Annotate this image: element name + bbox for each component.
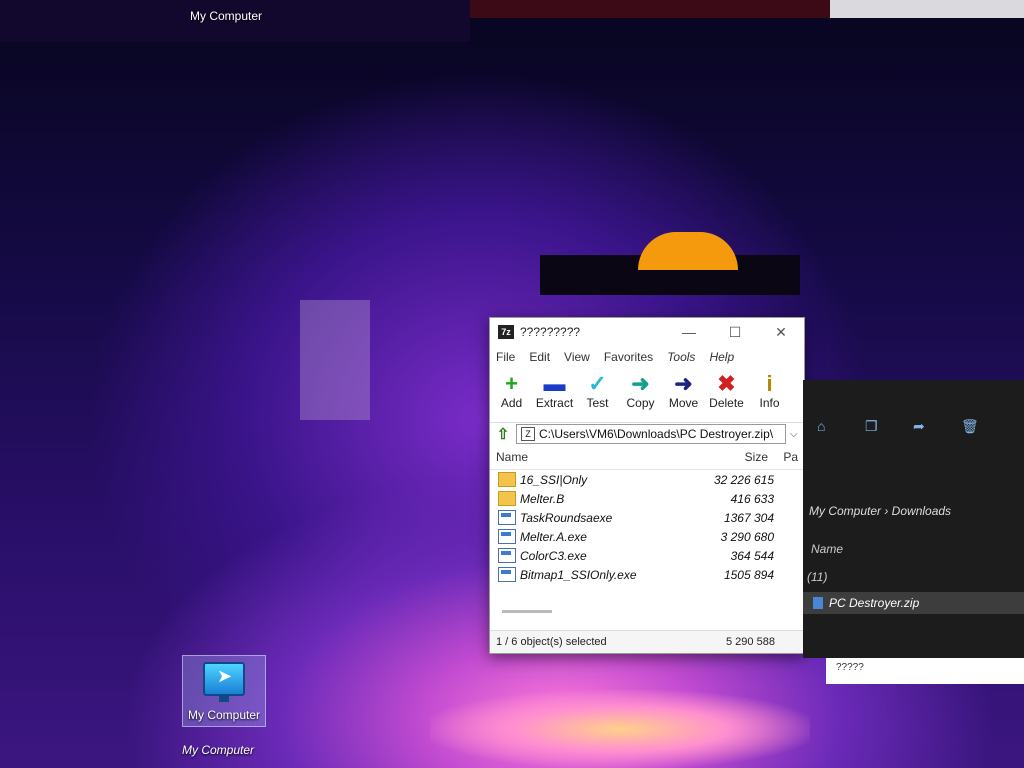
add-icon: + bbox=[505, 371, 518, 396]
exe-file-icon bbox=[498, 567, 516, 582]
menu-bar: File Edit View Favorites Tools Help bbox=[490, 346, 804, 368]
explorer-status: ????? bbox=[826, 658, 1024, 684]
menu-favorites[interactable]: Favorites bbox=[604, 350, 653, 364]
window-title: ????????? bbox=[520, 325, 581, 339]
toolbar-label: Extract bbox=[535, 396, 574, 410]
exe-file-icon bbox=[498, 529, 516, 544]
menu-help[interactable]: Help bbox=[709, 350, 734, 364]
selected-file-row[interactable]: PC Destroyer.zip bbox=[803, 592, 1024, 614]
file-list: 16_SSI|Only 32 226 615 Melter.B 416 633 Task… bbox=[490, 470, 804, 584]
table-row[interactable]: Melter.B 416 633 bbox=[490, 489, 804, 508]
file-size: 1367 304 bbox=[723, 510, 774, 525]
menu-tools[interactable]: Tools bbox=[667, 350, 695, 364]
file-name: Melter.A.exe bbox=[520, 529, 587, 544]
column-packed[interactable]: Pa bbox=[768, 450, 798, 464]
toolbar-label: Copy bbox=[626, 396, 655, 410]
breadcrumb[interactable]: My Computer › Downloads bbox=[809, 504, 951, 518]
toolbar-label: Move bbox=[668, 396, 699, 410]
wallpaper-glitch-strip bbox=[470, 0, 830, 18]
extract-icon: ▬ bbox=[543, 371, 566, 396]
menu-file[interactable]: File bbox=[496, 350, 515, 364]
file-name: TaskRoundsaexe bbox=[520, 510, 613, 525]
file-name: 16_SSI|Only bbox=[520, 472, 588, 487]
test-icon: ✓ bbox=[588, 371, 607, 396]
exe-file-icon bbox=[498, 510, 516, 525]
file-size: 364 544 bbox=[730, 548, 774, 563]
folder-icon bbox=[498, 472, 516, 487]
file-size: 1505 894 bbox=[723, 567, 774, 582]
status-selection: 1 / 6 object(s) selected bbox=[496, 636, 607, 648]
zip-file-icon bbox=[813, 597, 823, 609]
horizontal-scrollbar[interactable] bbox=[502, 610, 552, 613]
toolbar-label: Add bbox=[500, 396, 523, 410]
info-icon: i bbox=[766, 371, 773, 396]
ghost-window bbox=[300, 300, 370, 420]
list-item[interactable]: (11) bbox=[803, 570, 1024, 584]
toolbar-extract-button[interactable]: ▬ Extract bbox=[533, 371, 576, 411]
table-row[interactable]: Bitmap1_SSIOnly.exe 1505 894 bbox=[490, 565, 804, 584]
toolbar-copy-button[interactable]: ➜ Copy bbox=[619, 371, 662, 411]
copy-icon: ➜ bbox=[631, 371, 650, 396]
file-size: 32 226 615 bbox=[713, 472, 774, 487]
copy-icon[interactable]: ❐ bbox=[865, 418, 913, 460]
toolbar-label: Info bbox=[759, 396, 780, 410]
toolbar-test-button[interactable]: ✓ Test bbox=[576, 371, 619, 411]
address-text: C:\Users\VM6\Downloads\PC Destroyer.zip\ bbox=[539, 427, 774, 441]
7zip-app-icon: 7z bbox=[498, 325, 514, 339]
desktop-label-bottom: My Computer bbox=[182, 743, 255, 757]
desktop-label-top: My Computer bbox=[190, 9, 263, 23]
status-size: 5 290 588 bbox=[726, 636, 775, 648]
toolbar-info-button[interactable]: i Info bbox=[748, 371, 791, 411]
chevron-down-icon[interactable]: ⌵ bbox=[790, 429, 804, 440]
desktop-icon-label: My Computer bbox=[187, 708, 261, 722]
wallpaper-glitch-strip bbox=[830, 0, 1024, 18]
selected-file-name: PC Destroyer.zip bbox=[829, 596, 920, 610]
7zip-window: 7z ????????? — ☐ ✕ File Edit View Favori… bbox=[489, 317, 805, 654]
file-name: Bitmap1_SSIOnly.exe bbox=[520, 567, 637, 582]
minimize-button[interactable]: — bbox=[666, 324, 712, 340]
column-size[interactable]: Size bbox=[722, 450, 768, 464]
share-icon[interactable]: ➦ bbox=[913, 418, 961, 460]
wallpaper-glow bbox=[430, 690, 810, 768]
file-name: Melter.B bbox=[520, 491, 565, 506]
toolbar: + Add ▬ Extract ✓ Test ➜ Copy ➜ Move ✖ Delete i Info bbox=[490, 368, 804, 422]
zip-file-icon: Z bbox=[521, 427, 535, 441]
file-size: 416 633 bbox=[730, 491, 774, 506]
table-row[interactable]: Melter.A.exe 3 290 680 bbox=[490, 527, 804, 546]
file-name: ColorC3.exe bbox=[520, 548, 587, 563]
menu-view[interactable]: View bbox=[564, 350, 590, 364]
exe-file-icon bbox=[498, 548, 516, 563]
folder-icon bbox=[498, 491, 516, 506]
toolbar-move-button[interactable]: ➜ Move bbox=[662, 371, 705, 411]
table-row[interactable]: TaskRoundsaexe 1367 304 bbox=[490, 508, 804, 527]
address-input[interactable]: Z C:\Users\VM6\Downloads\PC Destroyer.zi… bbox=[516, 424, 786, 444]
close-button[interactable]: ✕ bbox=[758, 324, 804, 341]
file-size: 3 290 680 bbox=[720, 529, 774, 544]
sun-shape bbox=[638, 232, 738, 270]
column-headers: Name Size Pa bbox=[490, 445, 804, 470]
column-name[interactable]: Name bbox=[490, 450, 722, 464]
toolbar-label: Delete bbox=[709, 396, 744, 410]
delete-icon: ✖ bbox=[717, 371, 736, 396]
explorer-toolbar: ⌂ ❐ ➦ 🗑 bbox=[803, 380, 1024, 460]
cursor-icon: ➤ bbox=[217, 666, 233, 686]
toolbar-label: Test bbox=[586, 396, 609, 410]
cut-icon[interactable]: ⌂ bbox=[817, 418, 865, 460]
address-bar: ⇧ Z C:\Users\VM6\Downloads\PC Destroyer.… bbox=[490, 422, 804, 445]
my-computer-desktop-icon[interactable]: ➤ My Computer bbox=[182, 655, 266, 727]
column-name[interactable]: Name bbox=[811, 542, 843, 556]
title-bar[interactable]: 7z ????????? — ☐ ✕ bbox=[490, 318, 804, 346]
maximize-button[interactable]: ☐ bbox=[712, 324, 758, 341]
status-bar: 1 / 6 object(s) selected 5 290 588 bbox=[490, 630, 804, 653]
delete-icon[interactable]: 🗑 bbox=[961, 418, 1009, 460]
file-explorer-window: ⌂ ❐ ➦ 🗑 My Computer › Downloads Name (11… bbox=[803, 380, 1024, 658]
menu-edit[interactable]: Edit bbox=[529, 350, 550, 364]
up-folder-icon[interactable]: ⇧ bbox=[490, 425, 516, 443]
table-row[interactable]: ColorC3.exe 364 544 bbox=[490, 546, 804, 565]
monitor-icon: ➤ bbox=[203, 662, 245, 702]
table-row[interactable]: 16_SSI|Only 32 226 615 bbox=[490, 470, 804, 489]
move-icon: ➜ bbox=[674, 371, 693, 396]
toolbar-add-button[interactable]: + Add bbox=[490, 371, 533, 411]
toolbar-delete-button[interactable]: ✖ Delete bbox=[705, 371, 748, 411]
